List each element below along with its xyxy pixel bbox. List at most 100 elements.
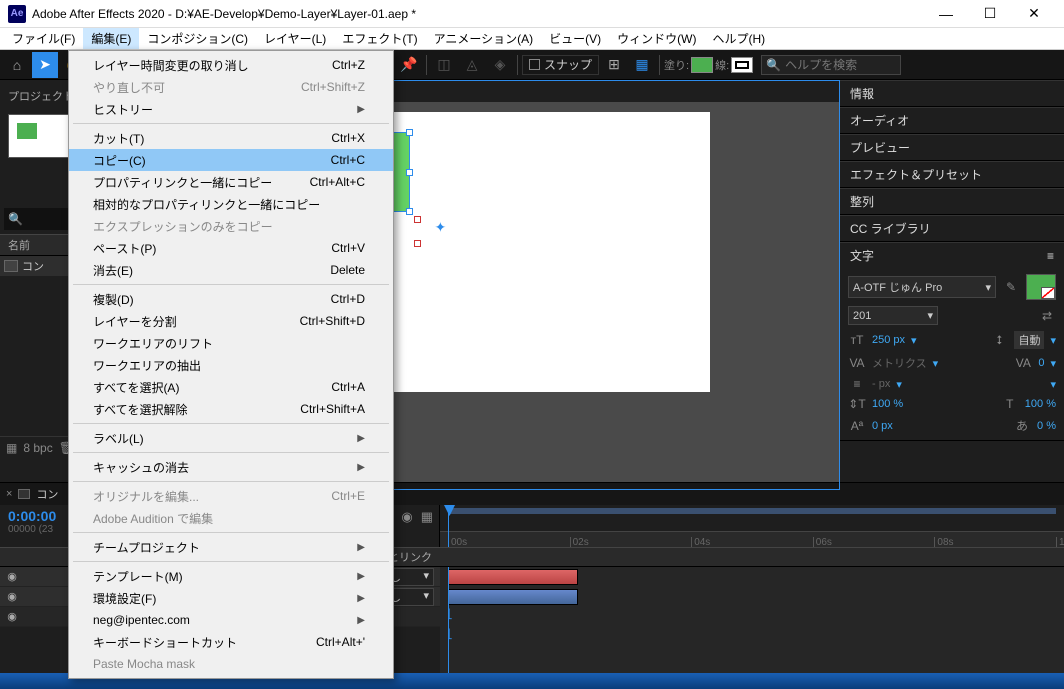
menu-編集(E)[interactable]: 編集(E): [83, 28, 139, 49]
menu-ウィンドウ(W)[interactable]: ウィンドウ(W): [609, 28, 704, 49]
edit-menu-item: エクスプレッションのみをコピー: [69, 215, 393, 237]
close-tab-icon[interactable]: ×: [6, 488, 12, 500]
minimize-button[interactable]: —: [924, 2, 968, 26]
anchor-point-icon[interactable]: ✦: [435, 219, 447, 236]
edit-menu-item[interactable]: ヒストリー▶: [69, 98, 393, 120]
effects-panel[interactable]: エフェクト＆プリセット: [840, 161, 1064, 187]
right-panel-stack: 情報 オーディオ プレビュー エフェクト＆プリセット 整列 CC ライブラリ 文…: [840, 80, 1064, 512]
tl-motion-blur-icon[interactable]: ◉: [401, 509, 412, 525]
snap-opt-icon[interactable]: ⊞: [601, 52, 627, 78]
ruler-tick: 04s: [691, 537, 710, 547]
tsume-icon: あ: [1013, 417, 1031, 434]
edit-menu-item[interactable]: ワークエリアのリフト: [69, 332, 393, 354]
menu-ファイル(F)[interactable]: ファイル(F): [4, 28, 83, 49]
edit-menu-item: オリジナルを編集...Ctrl+E: [69, 485, 393, 507]
align-panel[interactable]: 整列: [840, 188, 1064, 214]
fill-swatch[interactable]: [691, 57, 713, 73]
edit-menu-item[interactable]: テンプレート(M)▶: [69, 565, 393, 587]
mesh-icon2: ◬: [459, 52, 485, 78]
app-icon: Ae: [8, 5, 26, 23]
puppet-tool[interactable]: 📌: [396, 52, 422, 78]
stroke-width-value[interactable]: - px: [872, 378, 890, 390]
menu-ヘルプ(H)[interactable]: ヘルプ(H): [705, 28, 774, 49]
edit-menu-item[interactable]: キャッシュの消去▶: [69, 456, 393, 478]
tracking-value[interactable]: 0: [1038, 357, 1044, 369]
panel-menu-icon[interactable]: ≡: [1047, 249, 1054, 263]
menu-アニメーション(A)[interactable]: アニメーション(A): [426, 28, 542, 49]
visibility-toggle[interactable]: ◉: [6, 590, 18, 603]
cclib-panel[interactable]: CC ライブラリ: [840, 215, 1064, 241]
visibility-toggle[interactable]: ◉: [6, 570, 18, 583]
home-tool[interactable]: ⌂: [4, 52, 30, 78]
edit-menu-item[interactable]: レイヤーを分割Ctrl+Shift+D: [69, 310, 393, 332]
edit-menu-item[interactable]: 複製(D)Ctrl+D: [69, 288, 393, 310]
edit-menu-item[interactable]: 相対的なプロパティリンクと一緒にコピー: [69, 193, 393, 215]
fill-color-swatch[interactable]: [1026, 274, 1056, 300]
work-area-bar[interactable]: [448, 508, 1056, 514]
maximize-button[interactable]: ☐: [968, 2, 1012, 26]
baseline-value[interactable]: 0 px: [872, 420, 893, 432]
close-button[interactable]: ✕: [1012, 2, 1056, 26]
project-item-label: コン: [22, 258, 44, 274]
kerning-value[interactable]: メトリクス: [872, 355, 927, 371]
tl-graph-icon[interactable]: ▦: [421, 509, 433, 525]
mesh-icon3: ◈: [487, 52, 513, 78]
snap-opt2-icon[interactable]: ▦: [629, 52, 655, 78]
layer-bar-1[interactable]: [448, 569, 578, 585]
edit-menu-item[interactable]: neg@ipentec.com▶: [69, 609, 393, 631]
playhead[interactable]: [448, 505, 449, 547]
edit-menu-item[interactable]: レイヤー時間変更の取り消しCtrl+Z: [69, 54, 393, 76]
edit-menu-item[interactable]: プロパティリンクと一緒にコピーCtrl+Alt+C: [69, 171, 393, 193]
track-playhead[interactable]: [448, 567, 449, 673]
time-ruler[interactable]: 00s02s04s06s08s10s: [440, 505, 1064, 547]
vscale-value[interactable]: 100 %: [872, 398, 903, 410]
edit-menu-item[interactable]: ペースト(P)Ctrl+V: [69, 237, 393, 259]
edit-menu-item[interactable]: ラベル(L)▶: [69, 427, 393, 449]
depth-icon[interactable]: 8 bpc: [23, 441, 52, 455]
edit-menu-item[interactable]: 消去(E)Delete: [69, 259, 393, 281]
menu-レイヤー(L)[interactable]: レイヤー(L): [256, 28, 334, 49]
tsume-value[interactable]: 0 %: [1037, 420, 1056, 432]
font-family-dropdown[interactable]: A-OTF じゅん Pro▾: [848, 276, 996, 298]
font-size-value[interactable]: 250 px: [872, 334, 905, 346]
edit-menu-item[interactable]: すべてを選択(A)Ctrl+A: [69, 376, 393, 398]
timeline-tab-label[interactable]: コン: [36, 486, 58, 502]
ruler-tick: 08s: [934, 537, 953, 547]
search-icon: 🔍: [766, 58, 781, 72]
edit-menu-item: Paste Mocha mask: [69, 653, 393, 675]
timeline-tracks[interactable]: ⎣ ⎣: [440, 567, 1064, 673]
menu-ビュー(V)[interactable]: ビュー(V): [541, 28, 609, 49]
edit-menu-item: やり直し不可Ctrl+Shift+Z: [69, 76, 393, 98]
layer-bar-2[interactable]: [448, 589, 578, 605]
font-weight-dropdown[interactable]: 201▾: [848, 306, 938, 325]
search-icon: 🔍: [8, 212, 23, 226]
info-panel[interactable]: 情報: [840, 80, 1064, 106]
hscale-icon: T: [1001, 397, 1019, 411]
edit-menu-item: Adobe Audition で編集: [69, 507, 393, 529]
menu-エフェクト(T)[interactable]: エフェクト(T): [334, 28, 425, 49]
character-panel-header[interactable]: 文字 ≡: [840, 242, 1064, 268]
stroke-label: 線:: [715, 57, 729, 73]
help-search[interactable]: 🔍 ヘルプを検索: [761, 55, 901, 75]
edit-menu-item[interactable]: カット(T)Ctrl+X: [69, 127, 393, 149]
eyedropper-icon[interactable]: ✎: [1002, 280, 1020, 294]
project-thumbnail[interactable]: [8, 114, 72, 158]
edit-menu-item[interactable]: 環境設定(F)▶: [69, 587, 393, 609]
preview-panel[interactable]: プレビュー: [840, 134, 1064, 160]
stroke-swatch[interactable]: [731, 57, 753, 73]
edit-menu-item[interactable]: コピー(C)Ctrl+C: [69, 149, 393, 171]
hscale-value[interactable]: 100 %: [1025, 398, 1056, 410]
edit-menu-item[interactable]: すべてを選択解除Ctrl+Shift+A: [69, 398, 393, 420]
edit-menu-item[interactable]: キーボードショートカットCtrl+Alt+': [69, 631, 393, 653]
checkbox-icon: [529, 59, 540, 70]
snap-toggle[interactable]: スナップ: [522, 55, 599, 75]
visibility-toggle[interactable]: ◉: [6, 610, 18, 623]
bin-icon[interactable]: ▦: [6, 441, 17, 455]
edit-menu-item[interactable]: チームプロジェクト▶: [69, 536, 393, 558]
menu-コンポジション(C)[interactable]: コンポジション(C): [139, 28, 256, 49]
audio-panel[interactable]: オーディオ: [840, 107, 1064, 133]
leading-value[interactable]: 自動: [1014, 331, 1044, 349]
selection-tool[interactable]: ➤: [32, 52, 58, 78]
swap-colors-icon[interactable]: ⇄: [1038, 309, 1056, 323]
edit-menu-item[interactable]: ワークエリアの抽出: [69, 354, 393, 376]
